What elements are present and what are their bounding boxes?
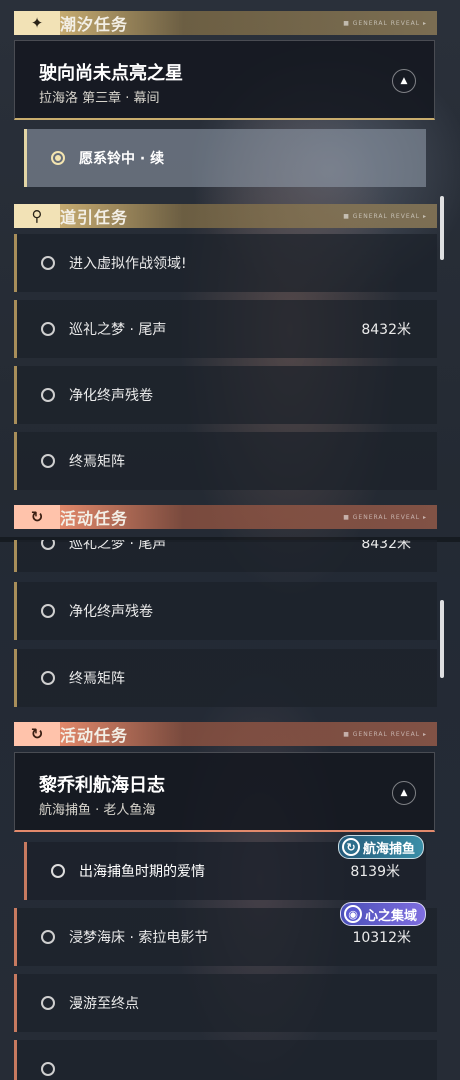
tide-quests-title: 潮汐任务	[60, 15, 129, 34]
quest-item[interactable]: 净化终声残卷	[14, 366, 437, 424]
tide-quests-header: ✦ 潮汐任务 ■ GENERAL REVEAL ▸	[14, 11, 437, 35]
quest-label: 巡礼之梦 · 尾声	[69, 540, 167, 552]
quest-item[interactable]: 终焉矩阵	[14, 649, 437, 707]
subquest-label: 出海捕鱼时期的爱情	[79, 864, 205, 880]
quest-item-partial[interactable]	[14, 1040, 437, 1080]
radio-icon	[41, 454, 55, 468]
feature-quest-subtitle: 航海捕鱼 · 老人鱼海	[39, 803, 156, 818]
quest-item[interactable]: 净化终声残卷	[14, 582, 437, 640]
refresh-icon: ↻	[14, 722, 60, 746]
quest-label: 巡礼之梦 · 尾声	[69, 322, 167, 338]
fishing-badge: ↻ 航海捕鱼	[338, 835, 425, 859]
sparkle-icon: ✦	[14, 11, 60, 35]
radio-icon	[41, 604, 55, 618]
quest-label: 浸梦海床 · 索拉电影节	[69, 930, 209, 946]
fishing-icon: ↻	[342, 838, 360, 856]
portal-icon: ◉	[344, 905, 362, 923]
radio-icon	[41, 322, 55, 336]
quest-label: 净化终声残卷	[69, 388, 153, 404]
event-quests-header: ↻ 活动任务 ■ GENERAL REVEAL ▸	[14, 722, 437, 746]
fishing-badge-label: 航海捕鱼	[363, 841, 416, 857]
event-quests-title: 活动任务	[60, 509, 129, 528]
quest-distance: 8432米	[361, 540, 411, 552]
quest-label: 漫游至终点	[69, 996, 139, 1012]
quest-item[interactable]: 巡礼之梦 · 尾声 8432米	[14, 300, 437, 358]
scrollbar-thumb[interactable]	[440, 196, 444, 260]
quest-item-partial[interactable]: 巡礼之梦 · 尾声 8432米	[14, 540, 437, 572]
quest-distance: 8139米	[350, 864, 400, 880]
event-quests-header-partial: ↻ 活动任务 ■ GENERAL REVEAL ▸	[14, 505, 437, 529]
quest-label: 终焉矩阵	[69, 671, 125, 687]
header-decoration: ■ GENERAL REVEAL ▸	[343, 513, 427, 521]
scrollbar-thumb[interactable]	[440, 600, 444, 678]
radio-icon	[51, 864, 65, 878]
quest-label: 净化终声残卷	[69, 604, 153, 620]
radio-icon	[41, 388, 55, 402]
guide-quests-header: ⚲ 道引任务 ■ GENERAL REVEAL ▸	[14, 204, 437, 228]
navigate-icon[interactable]: ▲	[392, 69, 416, 93]
radio-icon	[41, 1062, 55, 1076]
header-decoration: ■ GENERAL REVEAL ▸	[343, 730, 427, 738]
feature-quest-title: 黎乔利航海日志	[39, 775, 165, 796]
radio-icon	[41, 930, 55, 944]
quest-distance: 8432米	[361, 322, 411, 338]
event-quests-title: 活动任务	[60, 726, 129, 745]
event-feature-quest[interactable]: 黎乔利航海日志 航海捕鱼 · 老人鱼海 ▲	[14, 752, 435, 832]
radio-icon	[41, 996, 55, 1010]
feature-quest-subtitle: 拉海洛 第三章 · 幕间	[39, 91, 160, 106]
heart-domain-badge: ◉ 心之集域	[340, 902, 427, 926]
quest-label: 进入虚拟作战领域!	[69, 256, 187, 272]
feature-quest-title: 驶向尚未点亮之星	[39, 63, 183, 84]
quest-item[interactable]: 漫游至终点	[14, 974, 437, 1032]
quest-item[interactable]: 终焉矩阵	[14, 432, 437, 490]
radio-icon	[41, 256, 55, 270]
selected-radio-icon	[51, 151, 65, 165]
header-decoration: ■ GENERAL REVEAL ▸	[343, 212, 427, 220]
subquest-label: 愿系铃中 · 续	[79, 151, 165, 167]
quest-distance: 10312米	[352, 930, 411, 946]
header-decoration: ■ GENERAL REVEAL ▸	[343, 19, 427, 27]
quest-panel-bottom: 巡礼之梦 · 尾声 8432米 净化终声残卷 终焉矩阵 ↻ 活动任务 ■ GEN…	[0, 540, 460, 1080]
refresh-icon: ↻	[14, 505, 60, 529]
quest-panel-top: ✦ 潮汐任务 ■ GENERAL REVEAL ▸ 驶向尚未点亮之星 拉海洛 第…	[0, 0, 460, 540]
tide-subquest-active[interactable]: 愿系铃中 · 续	[24, 129, 426, 187]
tide-feature-quest[interactable]: 驶向尚未点亮之星 拉海洛 第三章 · 幕间 ▲	[14, 40, 435, 120]
guide-quests-title: 道引任务	[60, 208, 129, 227]
quest-label: 终焉矩阵	[69, 454, 125, 470]
location-pin-icon: ⚲	[14, 204, 60, 228]
radio-icon	[41, 540, 55, 550]
heart-domain-badge-label: 心之集域	[365, 908, 418, 924]
radio-icon	[41, 671, 55, 685]
navigate-icon[interactable]: ▲	[392, 781, 416, 805]
quest-item[interactable]: 进入虚拟作战领域!	[14, 234, 437, 292]
